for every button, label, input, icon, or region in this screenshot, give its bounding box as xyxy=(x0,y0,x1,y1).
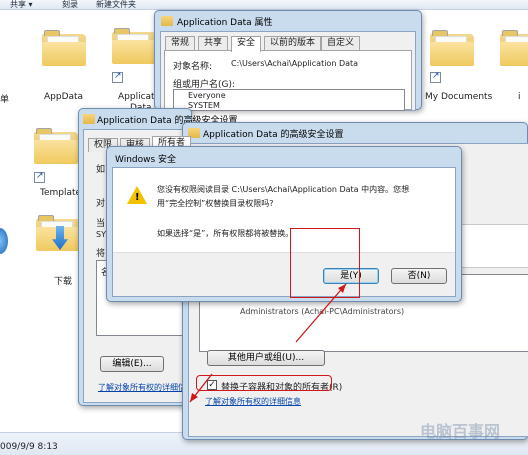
annotation-arrow-yes xyxy=(295,283,347,343)
annotation-arrows xyxy=(189,283,347,403)
